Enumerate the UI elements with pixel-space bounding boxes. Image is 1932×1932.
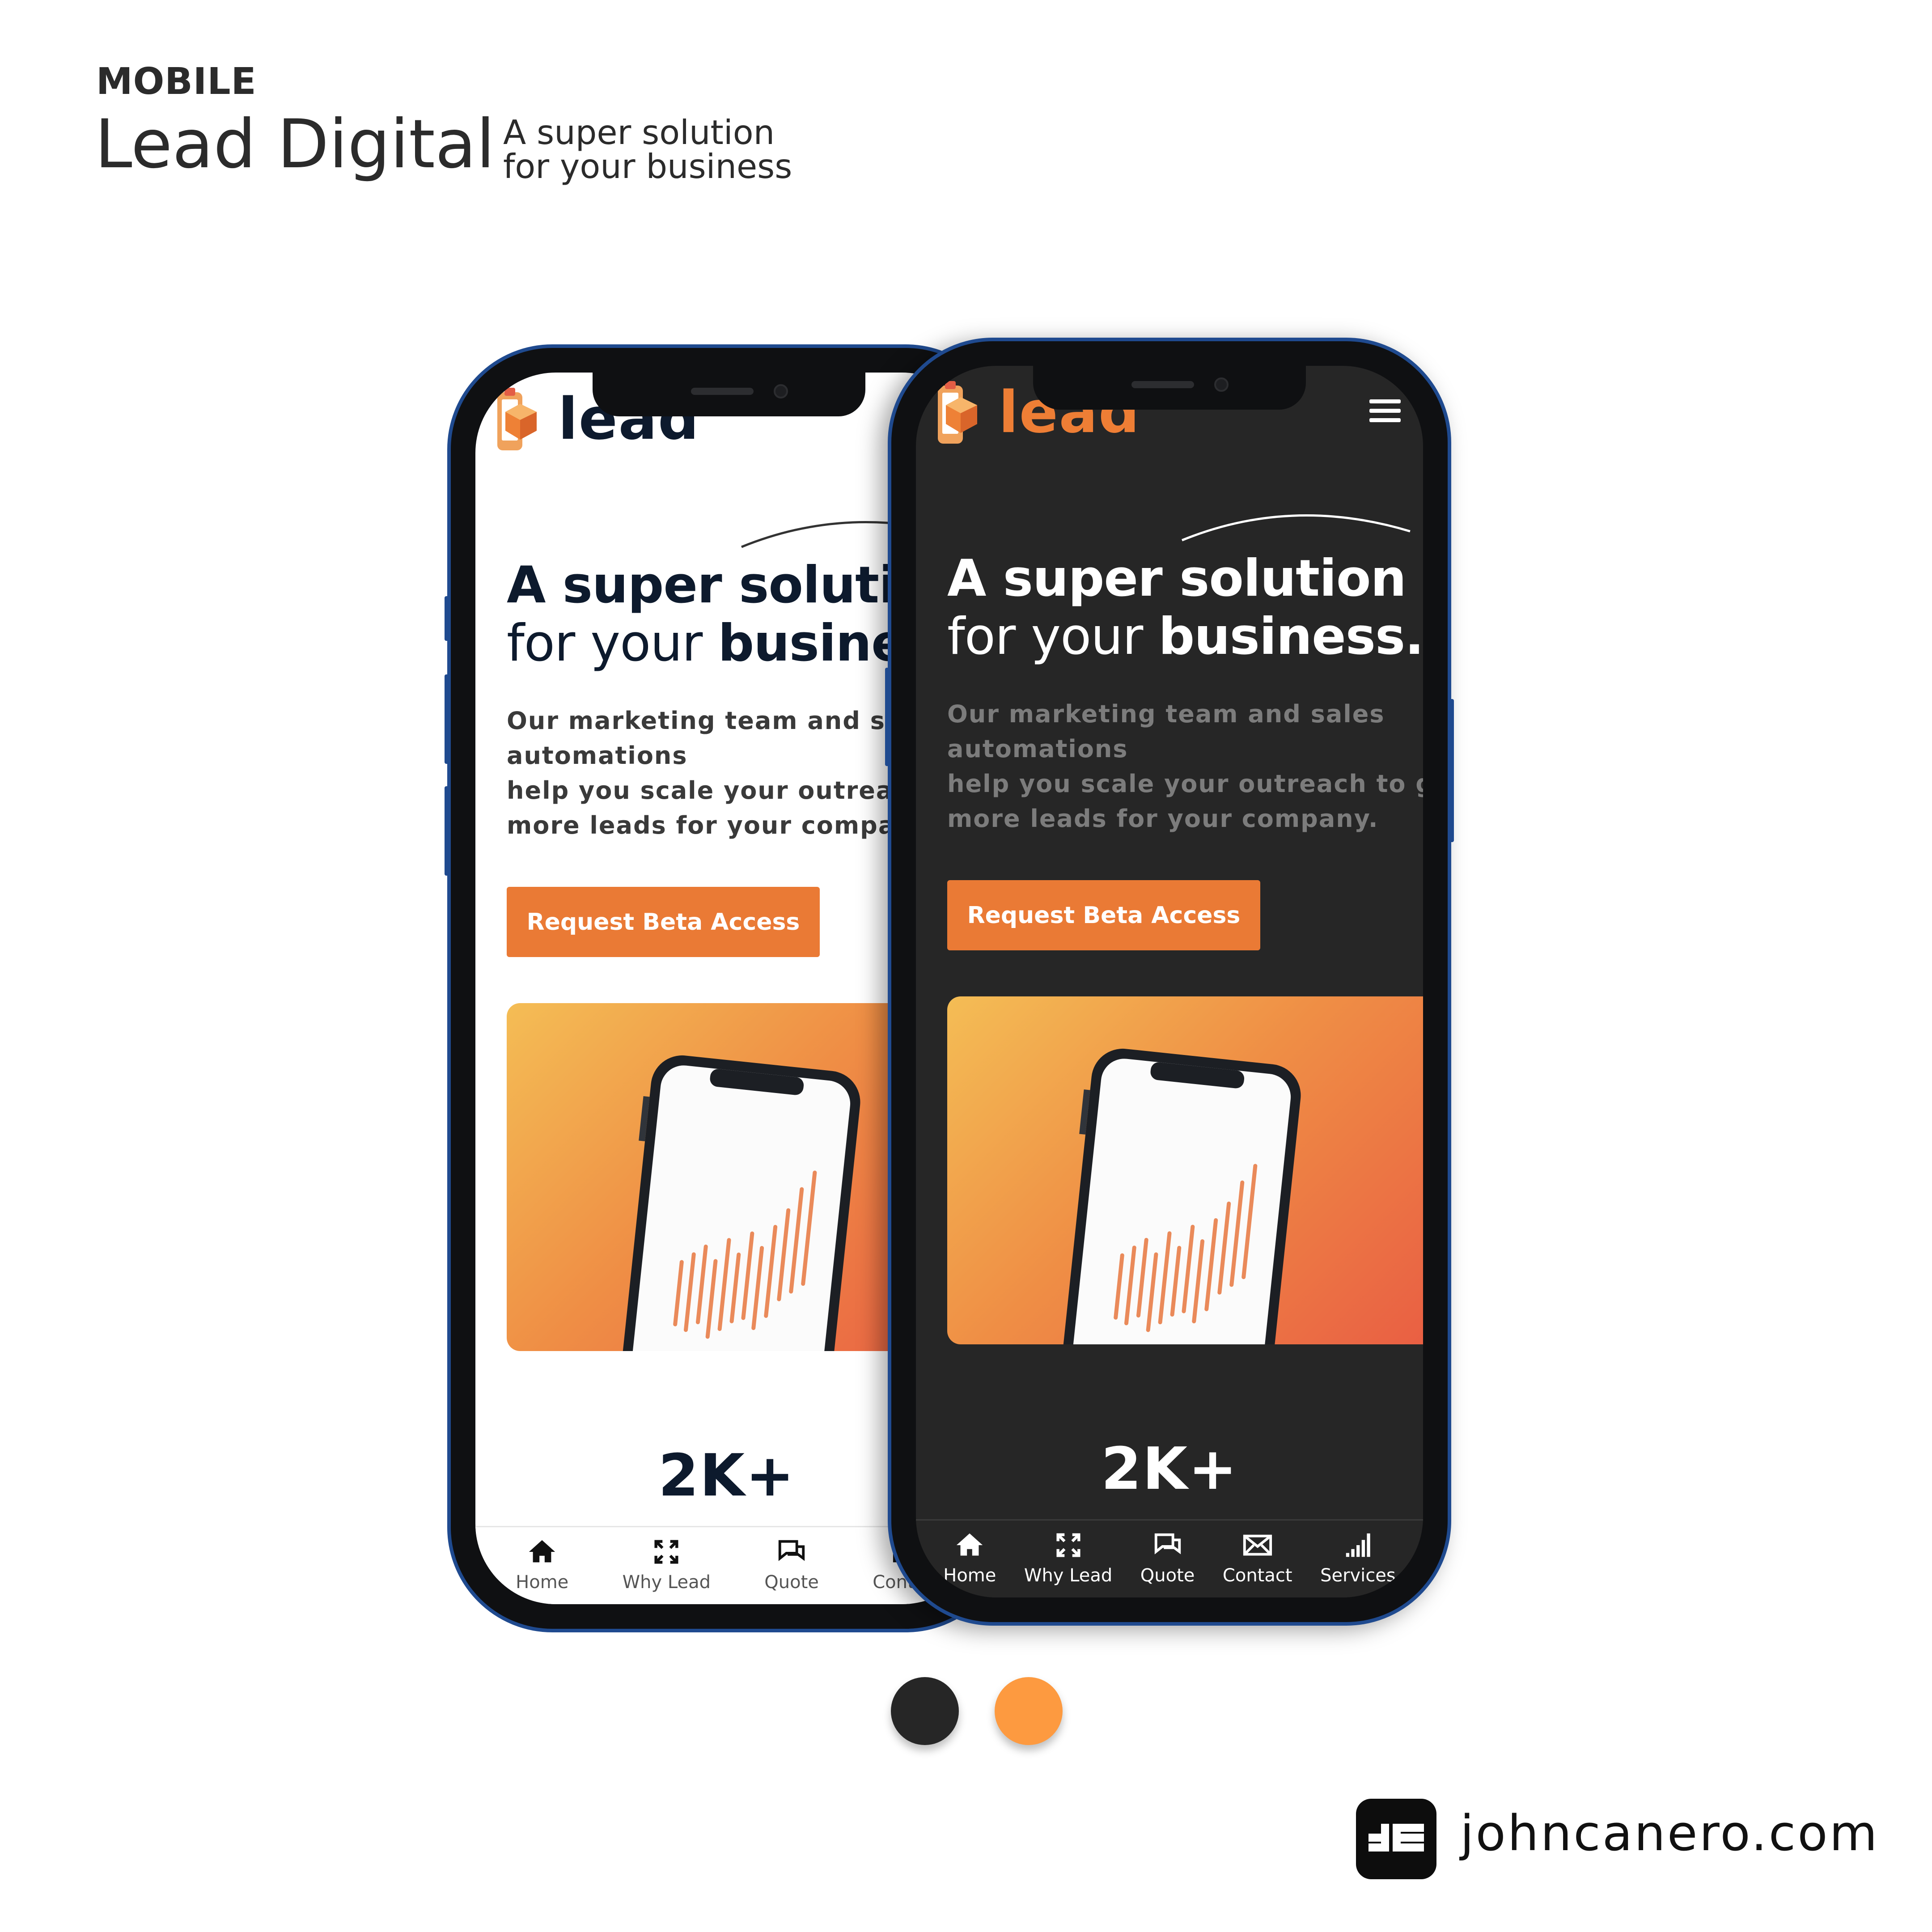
description-line-2: automations xyxy=(947,735,1128,763)
phone-volume-up xyxy=(885,668,891,766)
hero-phone-image xyxy=(947,996,1423,1344)
color-swatch-dark xyxy=(891,1677,959,1745)
dark-screen: lead A super solution for your business.… xyxy=(916,366,1423,1597)
tab-label: Home xyxy=(516,1572,569,1593)
home-icon xyxy=(957,1533,983,1556)
website-link[interactable]: johncanero.com xyxy=(1460,1805,1879,1862)
expand-icon xyxy=(1056,1533,1080,1557)
mail-icon xyxy=(1243,1534,1272,1556)
tab-label: Home xyxy=(943,1565,996,1586)
chat-icon xyxy=(778,1540,805,1561)
hero-description: Our marketing team and sales automations… xyxy=(947,697,1423,836)
project-tagline: A super solution for your business xyxy=(503,115,792,183)
tab-services[interactable]: Services xyxy=(1320,1521,1396,1586)
phone-volume-down xyxy=(445,786,451,876)
tab-why-lead[interactable]: Why Lead xyxy=(1024,1521,1112,1586)
description-line-4: more leads for your company. xyxy=(947,805,1379,833)
tab-label: Why Lead xyxy=(1024,1565,1113,1586)
tab-why-lead[interactable]: Why Lead xyxy=(623,1527,711,1593)
home-icon xyxy=(529,1540,555,1563)
tab-label: Services xyxy=(1320,1565,1396,1586)
request-beta-access-button[interactable]: Request Beta Access xyxy=(507,887,820,957)
tab-home[interactable]: Home xyxy=(943,1521,996,1586)
signal-icon xyxy=(1346,1533,1371,1557)
phone-volume-up xyxy=(445,674,451,764)
tab-label: Contact xyxy=(1222,1565,1292,1586)
tab-quote[interactable]: Quote xyxy=(764,1527,819,1593)
phone-chart-illustration xyxy=(1062,1048,1301,1344)
tab-contact[interactable]: Contact xyxy=(1223,1521,1292,1586)
phone-notch xyxy=(593,373,865,416)
phone-notch xyxy=(1033,366,1306,410)
request-beta-access-button[interactable]: Request Beta Access xyxy=(947,880,1260,950)
hero-heading-line-1: A super solution xyxy=(947,549,1407,608)
section-kicker: MOBILE xyxy=(96,60,257,103)
tab-label: Quote xyxy=(1140,1565,1195,1586)
tab-home[interactable]: Home xyxy=(516,1527,568,1593)
tagline-line-1: A super solution xyxy=(503,113,775,152)
expand-icon xyxy=(654,1540,678,1564)
stat-value: 2K+ xyxy=(1101,1435,1238,1503)
hero-heading-line-2: for your business. xyxy=(947,607,1423,666)
tab-label: Why Lead xyxy=(622,1572,711,1593)
jc-logo-icon xyxy=(1356,1799,1436,1879)
dark-phone-mockup: lead A super solution for your business.… xyxy=(885,338,1454,1626)
hero-heading: A super solution for your business. xyxy=(947,549,1423,665)
color-swatch-orange xyxy=(995,1677,1063,1745)
tab-label: Quote xyxy=(764,1572,819,1593)
phone-side-button xyxy=(445,596,451,641)
lead-logo-icon xyxy=(497,388,537,450)
tagline-line-2: for your business xyxy=(503,147,792,186)
chat-icon xyxy=(1154,1533,1181,1555)
project-title: Lead Digital xyxy=(95,106,495,183)
hamburger-menu-icon[interactable] xyxy=(1369,399,1401,423)
description-line-1: Our marketing team and sales xyxy=(947,700,1385,728)
phone-power-button xyxy=(1448,699,1454,842)
description-line-3: help you scale your outreach to get xyxy=(947,770,1423,798)
lead-logo-icon xyxy=(938,381,977,444)
decorative-arc xyxy=(1182,514,1411,542)
tab-quote[interactable]: Quote xyxy=(1140,1521,1195,1586)
bottom-nav: Home Why Lead Quote Contact Services xyxy=(916,1519,1423,1597)
